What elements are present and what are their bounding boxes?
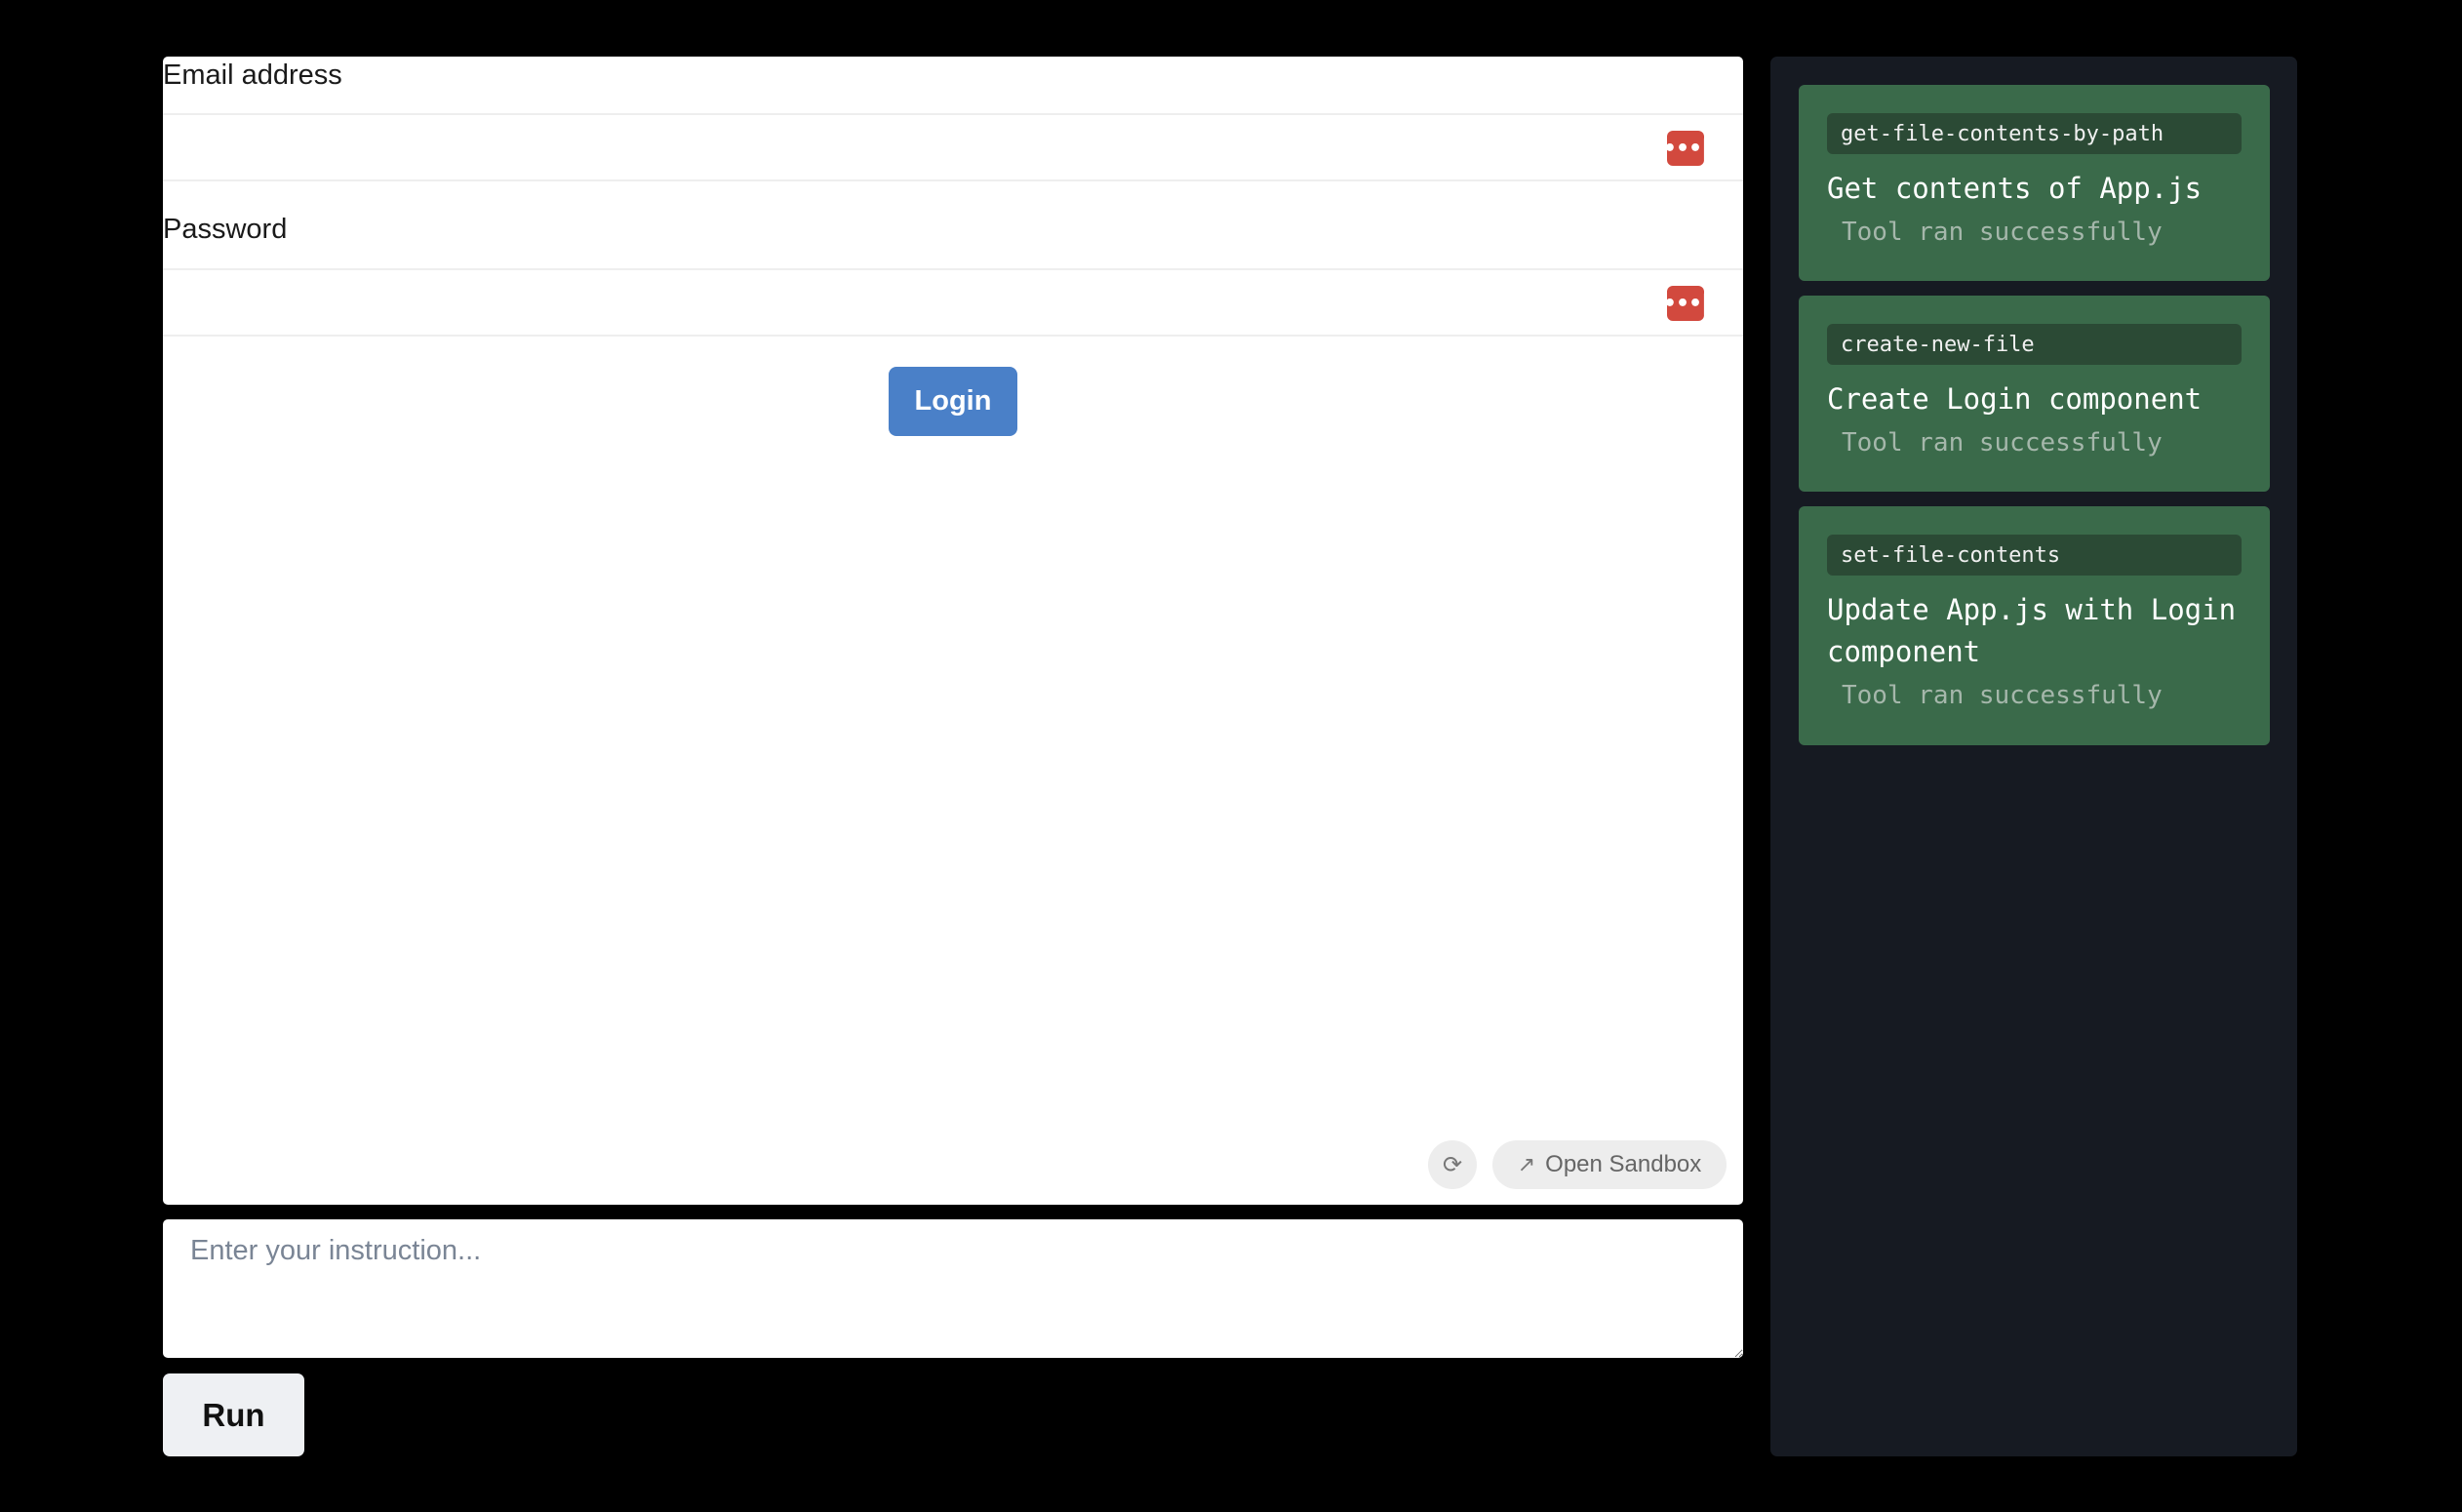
password-input[interactable]: •••| [163,268,1743,337]
run-button[interactable]: Run [163,1373,304,1456]
password-manager-icon[interactable]: •••| [1663,286,1709,321]
tool-title: Get contents of App.js [1827,172,2203,205]
tool-card: get-file-contents-by-path Get contents o… [1799,85,2270,281]
external-link-icon: ↗ [1517,1152,1536,1177]
open-sandbox-label: Open Sandbox [1545,1151,1702,1177]
tool-status: Tool ran successfully [1842,428,2163,458]
app-preview: Email address •••| Password •••| Login ⟳… [163,57,1743,1205]
tool-name-chip: get-file-contents-by-path [1827,113,2242,154]
tool-name-chip: set-file-contents [1827,535,2242,576]
tool-name-chip: create-new-file [1827,324,2242,365]
login-button[interactable]: Login [889,367,1017,436]
open-sandbox-button[interactable]: ↗ Open Sandbox [1492,1140,1727,1189]
tool-card: create-new-file Create Login component T… [1799,296,2270,492]
email-label: Email address [163,60,342,91]
email-input[interactable]: •••| [163,113,1743,181]
tool-title: Create Login component [1827,382,2203,416]
tool-status: Tool ran successfully [1842,218,2163,247]
tool-card: set-file-contents Update App.js with Log… [1799,506,2270,745]
password-manager-icon[interactable]: •••| [1663,131,1709,166]
tool-title: Update App.js with Login component [1827,593,2237,668]
refresh-button[interactable]: ⟳ [1428,1140,1477,1189]
instruction-input[interactable] [163,1219,1743,1358]
refresh-icon: ⟳ [1442,1151,1463,1178]
tool-status: Tool ran successfully [1842,681,2163,710]
password-label: Password [163,214,288,245]
tool-log-sidebar: get-file-contents-by-path Get contents o… [1770,57,2297,1456]
